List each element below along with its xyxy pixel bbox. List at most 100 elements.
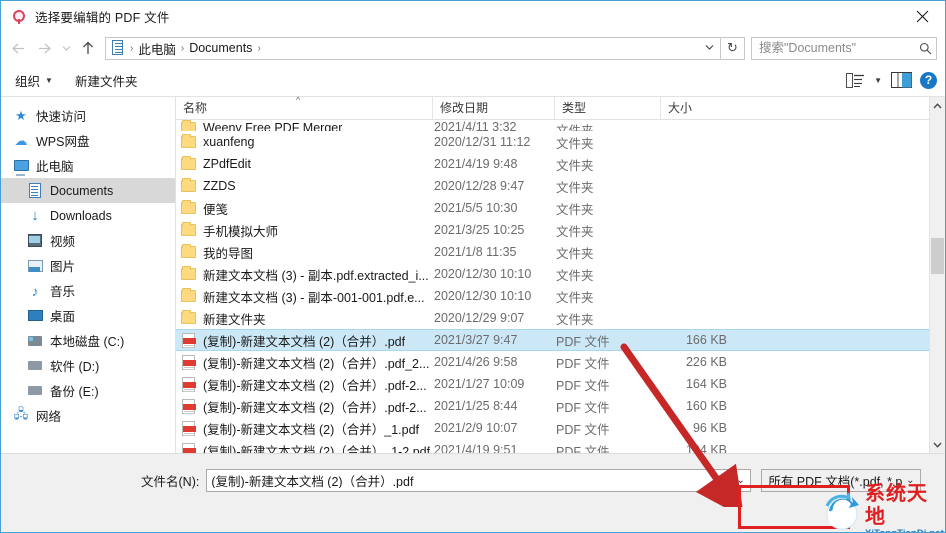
table-row[interactable]: ZZDS 2020/12/28 9:47 文件夹 [176, 175, 945, 197]
sidebar-item-wps网盘[interactable]: ☁ WPS网盘 [1, 128, 175, 153]
sidebar-item-label: 本地磁盘 (C:) [50, 335, 125, 349]
back-button[interactable] [5, 35, 31, 61]
filename-input[interactable] [211, 473, 733, 488]
new-folder-button[interactable]: 新建文件夹 [75, 71, 138, 90]
table-row[interactable]: (复制)-新建文本文档 (2)（合并）_1.pdf 2021/2/9 10:07 P… [176, 417, 945, 439]
table-row[interactable]: 我的导图 2021/1/8 11:35 文件夹 [176, 241, 945, 263]
column-header-size[interactable]: 大小 [660, 97, 742, 119]
sidebar-item-快速访问[interactable]: ★ 快速访问 [1, 103, 175, 128]
chevron-down-icon [62, 45, 70, 51]
view-chevron-down-icon[interactable]: ▼ [874, 76, 882, 85]
file-name-label: (复制)-新建文本文档 (2)（合并）_1.pdf [203, 422, 419, 437]
sidebar-item-备份e[interactable]: 备份 (E:) [1, 378, 175, 403]
scrollbar-track[interactable] [930, 114, 945, 436]
close-button[interactable] [899, 1, 945, 32]
sidebar-item-label: 视频 [50, 235, 76, 249]
file-name-cell: (复制)-新建文本文档 (2)（合并）.pdf [176, 331, 432, 350]
forward-button[interactable] [31, 35, 57, 61]
recent-locations-button[interactable] [57, 35, 75, 61]
table-row[interactable]: (复制)-新建文本文档 (2)（合并）.pdf-2... 2021/1/25 8:… [176, 395, 945, 417]
table-row[interactable]: (复制)-新建文本文档 (2)（合并）.pdf-2... 2021/1/27 10… [176, 373, 945, 395]
refresh-button[interactable]: ↻ [721, 36, 745, 60]
sidebar-item-本地磁盘c[interactable]: 本地磁盘 (C:) [1, 328, 175, 353]
table-row[interactable]: (复制)-新建文本文档 (2)（合并）_1-2.pdf 2021/4/19 9:5… [176, 439, 945, 453]
organize-button[interactable]: 组织 ▼ [15, 71, 53, 90]
preview-pane-button[interactable] [888, 69, 914, 91]
sidebar-item-桌面[interactable]: 桌面 [1, 303, 175, 328]
search-box[interactable] [751, 36, 937, 60]
sidebar-item-图片[interactable]: 图片 [1, 253, 175, 278]
breadcrumb-this-pc[interactable]: 此电脑 [135, 39, 179, 58]
pdf-icon [181, 332, 197, 348]
up-button[interactable] [75, 35, 101, 61]
sidebar-item-音乐[interactable]: ♪ 音乐 [1, 278, 175, 303]
folder-icon [181, 134, 197, 150]
navigation-sidebar: ★ 快速访问 ☁ WPS网盘 此电脑 Documents ↓ Downloads 视频图片 ♪ 音乐… [1, 97, 176, 453]
column-label: 类型 [562, 101, 587, 115]
filename-label: 文件名(N): [141, 475, 200, 489]
filename-field[interactable]: ⌄ [206, 469, 752, 492]
file-date-cell: 2021/1/8 11:35 [434, 245, 517, 259]
column-label: 名称 [183, 101, 208, 115]
table-row[interactable]: xuanfeng 2020/12/31 11:12 文件夹 [176, 131, 945, 153]
sidebar-item-label: 网络 [36, 410, 62, 424]
pdf-icon [181, 442, 197, 453]
file-name-label: 新建文本文档 (3) - 副本.pdf.extracted_i... [203, 268, 429, 283]
column-header-name[interactable]: 名称 ^ [176, 95, 432, 119]
sidebar-item-documents[interactable]: Documents [1, 178, 175, 203]
sidebar-item-此电脑[interactable]: 此电脑 [1, 153, 175, 178]
file-rows-container: Weeny Free PDF Merger 2021/4/11 3:32 文件夹 xu… [176, 120, 945, 453]
file-name-cell: 手机模拟大师 [176, 221, 432, 240]
file-name-cell: 新建文本文档 (3) - 副本-001-001.pdf.e... [176, 287, 432, 306]
documents-folder-icon [110, 40, 126, 56]
file-name-cell: Weeny Free PDF Merger [176, 120, 432, 131]
column-header-date[interactable]: 修改日期 [432, 97, 554, 119]
drive-icon [27, 383, 43, 399]
sidebar-item-downloads[interactable]: ↓ Downloads [1, 203, 175, 228]
file-type-cell: 文件夹 [556, 158, 594, 173]
address-bar[interactable]: › 此电脑 › Documents › [105, 36, 721, 60]
file-type-cell: 文件夹 [556, 268, 594, 283]
sidebar-item-软件d[interactable]: 软件 (D:) [1, 353, 175, 378]
sidebar-item-网络[interactable]: 🖧 网络 [1, 403, 175, 428]
change-view-button[interactable] [842, 69, 868, 91]
sidebar-item-视频[interactable]: 视频 [1, 228, 175, 253]
table-row[interactable]: 新建文件夹 2020/12/29 9:07 文件夹 [176, 307, 945, 329]
folder-icon [181, 310, 197, 326]
vertical-scrollbar[interactable] [929, 97, 945, 453]
scrollbar-thumb[interactable] [931, 238, 944, 274]
table-row[interactable]: 新建文本文档 (3) - 副本.pdf.extracted_i... 2020/1… [176, 263, 945, 285]
file-name-cell: (复制)-新建文本文档 (2)（合并）.pdf-2... [176, 375, 432, 394]
table-row[interactable]: 便笺 2021/5/5 10:30 文件夹 [176, 197, 945, 219]
breadcrumb-documents[interactable]: Documents [186, 41, 255, 55]
filename-chevron-down-icon[interactable]: ⌄ [733, 475, 749, 486]
table-row[interactable]: (复制)-新建文本文档 (2)（合并）.pdf 2021/3/27 9:47 PDF… [176, 329, 945, 351]
filetype-dropdown[interactable]: 所有 PDF 文档(*.pdf, *.pdt) ⌄ [761, 469, 922, 492]
address-dropdown-button[interactable] [700, 43, 718, 54]
table-row[interactable]: 手机模拟大师 2021/3/25 10:25 文件夹 [176, 219, 945, 241]
table-row[interactable]: 新建文本文档 (3) - 副本-001-001.pdf.e... 2020/12/… [176, 285, 945, 307]
scroll-down-button[interactable] [930, 436, 945, 453]
scroll-up-button[interactable] [930, 97, 945, 114]
file-date-cell: 2021/4/19 9:51 [434, 443, 518, 453]
table-row[interactable]: ZPdfEdit 2021/4/19 9:48 文件夹 [176, 153, 945, 175]
column-header-type[interactable]: 类型 [554, 97, 660, 119]
pdf-icon [181, 354, 197, 370]
help-button[interactable]: ? [920, 71, 937, 89]
filetype-chevron-down-icon: ⌄ [906, 475, 915, 486]
folder-icon [181, 120, 197, 131]
sidebar-item-label: 备份 (E:) [50, 385, 99, 399]
table-row[interactable]: Weeny Free PDF Merger 2021/4/11 3:32 文件夹 [176, 120, 945, 131]
file-name-label: ZPdfEdit [203, 157, 251, 171]
search-input[interactable] [759, 41, 919, 55]
column-header-row: 名称 ^ 修改日期 类型 大小 [176, 95, 945, 120]
table-row[interactable]: (复制)-新建文本文档 (2)（合并）.pdf_2... 2021/4/26 9:… [176, 351, 945, 373]
network-icon: 🖧 [13, 405, 29, 421]
file-name-label: (复制)-新建文本文档 (2)（合并）.pdf [203, 334, 406, 349]
file-size-cell: 226 KB [685, 355, 727, 369]
drive-icon [27, 358, 43, 374]
dialog-footer: 文件名(N): ⌄ 所有 PDF 文档(*.pdf, *.pdt) ⌄ 打开(O… [1, 453, 945, 532]
file-size-cell: 194 KB [685, 443, 727, 453]
file-date-cell: 2021/3/25 10:25 [434, 223, 525, 237]
file-name-cell: (复制)-新建文本文档 (2)（合并）_1-2.pdf [176, 441, 432, 453]
